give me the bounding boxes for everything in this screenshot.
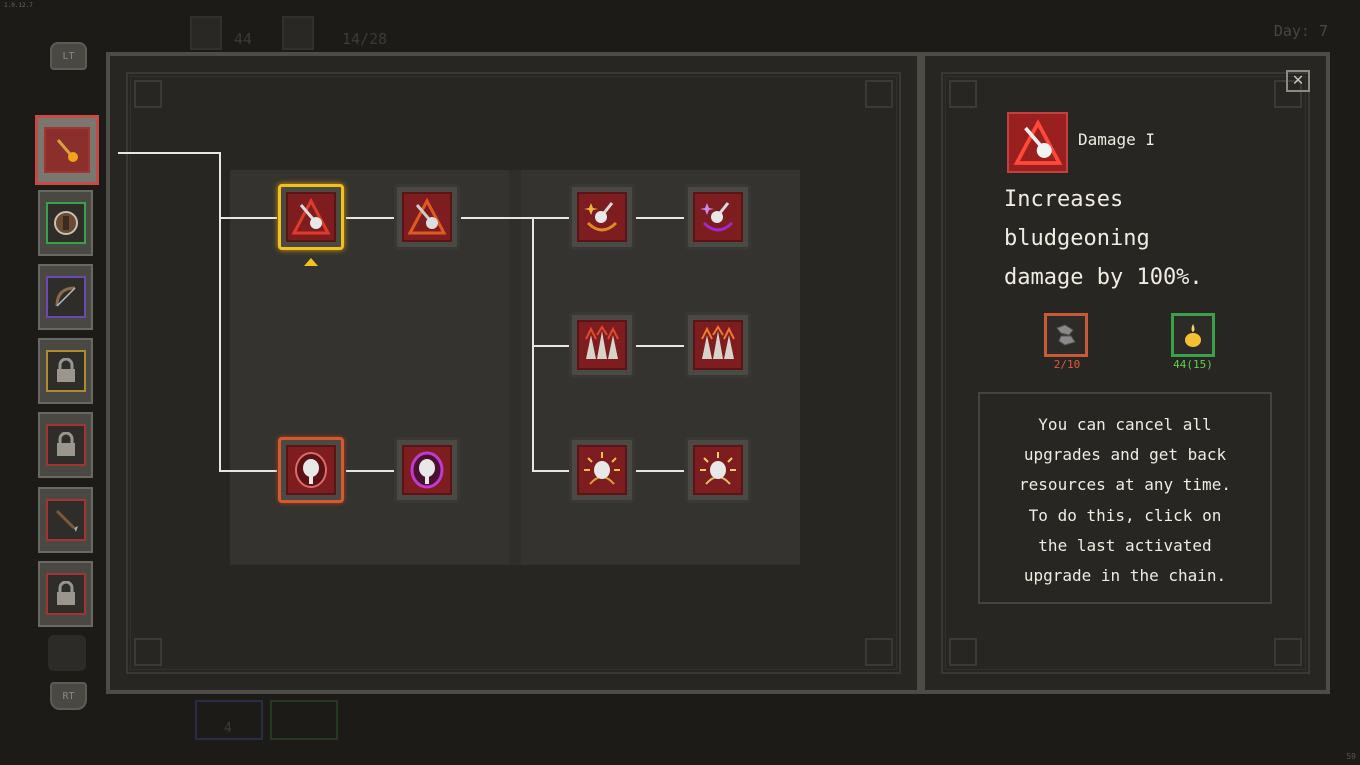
description-line: Increases — [1004, 187, 1124, 212]
frame-knot — [1274, 638, 1302, 666]
spikes-icon — [577, 320, 627, 370]
mace-spark-purple-icon — [693, 192, 743, 242]
mace-triangle-icon — [286, 192, 336, 242]
mace-triangle-icon — [402, 192, 452, 242]
description-line: bludgeoning — [1004, 226, 1150, 251]
hidden-tab-icon — [48, 635, 86, 671]
orb-shield-purple-icon — [402, 445, 452, 495]
gold-count: 44 — [234, 30, 253, 48]
connector-line — [461, 217, 569, 219]
hint-line: upgrades and get back — [1023, 445, 1227, 465]
connector-line — [219, 470, 277, 472]
book-page-left — [230, 170, 510, 565]
tab-shield[interactable] — [38, 190, 93, 256]
skill-node-damage-2[interactable] — [394, 184, 460, 250]
connector-line — [532, 470, 569, 472]
close-button[interactable]: ✕ — [1286, 70, 1310, 92]
tab-locked-3[interactable] — [38, 561, 93, 627]
connector-line — [636, 470, 684, 472]
tab-locked-1[interactable] — [38, 338, 93, 404]
connector-line — [532, 345, 569, 347]
iron-ore-cost: 2/10 — [1053, 358, 1081, 371]
lock-icon — [45, 350, 86, 392]
version-label: 1.0.12.7 — [4, 2, 33, 9]
rt-shoulder-button[interactable]: RT — [50, 682, 87, 710]
frame-knot — [949, 80, 977, 108]
connector-line — [118, 152, 220, 154]
day-counter: Day: 7 — [1273, 22, 1328, 40]
tab-mace[interactable] — [35, 115, 99, 185]
tab-locked-2[interactable] — [38, 412, 93, 478]
connector-line — [636, 345, 684, 347]
book-page-right — [520, 170, 800, 565]
hint-text: You can cancel all upgrades and get back… — [990, 410, 1260, 591]
mace-spark-icon — [577, 192, 627, 242]
hint-line: the last activated — [1038, 535, 1212, 555]
mace-triangle-icon — [1007, 112, 1068, 173]
skill-node-crit-1[interactable] — [569, 184, 635, 250]
gold-cost: 44(15) — [1173, 358, 1213, 371]
skill-node-holy-2[interactable] — [685, 437, 751, 503]
skill-node-holy-1[interactable] — [569, 437, 635, 503]
hint-line: To do this, click on — [1028, 505, 1222, 525]
tab-spear[interactable] — [38, 487, 93, 553]
unit-icon — [282, 16, 314, 50]
unit-count: 14/28 — [342, 30, 388, 48]
bottom-slot — [270, 700, 338, 740]
hint-line: upgrade in the chain. — [1023, 566, 1227, 586]
connector-line — [219, 152, 221, 472]
skill-node-damage-1[interactable] — [278, 184, 344, 250]
orb-shield-icon — [286, 445, 336, 495]
tab-bow[interactable] — [38, 264, 93, 330]
description-line: damage by 100%. — [1004, 265, 1203, 290]
mace-icon — [44, 127, 90, 173]
bow-icon — [45, 276, 86, 318]
skill-node-crit-2[interactable] — [685, 184, 751, 250]
spear-icon — [45, 499, 86, 541]
radiant-orb-icon — [577, 445, 627, 495]
hint-line: resources at any time. — [1019, 475, 1231, 495]
frame-knot — [865, 80, 893, 108]
hint-line: You can cancel all — [1038, 415, 1212, 434]
frame-knot — [949, 638, 977, 666]
frame-knot — [865, 638, 893, 666]
radiant-orb-icon — [693, 445, 743, 495]
skill-node-spikes-2[interactable] — [685, 312, 751, 378]
skill-title: Damage I — [1078, 130, 1156, 149]
selection-caret-icon — [304, 258, 318, 266]
skill-node-spikes-1[interactable] — [569, 312, 635, 378]
corner-number: 59 — [1346, 752, 1356, 761]
connector-line — [346, 470, 394, 472]
skill-node-shield-1[interactable] — [278, 437, 344, 503]
connector-line — [636, 217, 684, 219]
shield-icon — [45, 202, 86, 244]
spikes-icon — [693, 320, 743, 370]
connector-line — [219, 217, 277, 219]
gold-icon — [190, 16, 222, 50]
lock-icon — [45, 573, 86, 615]
frame-knot — [134, 80, 162, 108]
frame-knot — [134, 638, 162, 666]
skill-description: Increases bludgeoning damage by 100%. — [1004, 180, 1254, 297]
skill-node-shield-2[interactable] — [394, 437, 460, 503]
iron-ore-icon — [1044, 313, 1088, 357]
lt-shoulder-button[interactable]: LT — [50, 42, 87, 70]
bottom-slot — [195, 700, 263, 740]
connector-line — [346, 217, 394, 219]
lock-icon — [45, 424, 86, 466]
gold-nugget-icon — [1171, 313, 1215, 357]
